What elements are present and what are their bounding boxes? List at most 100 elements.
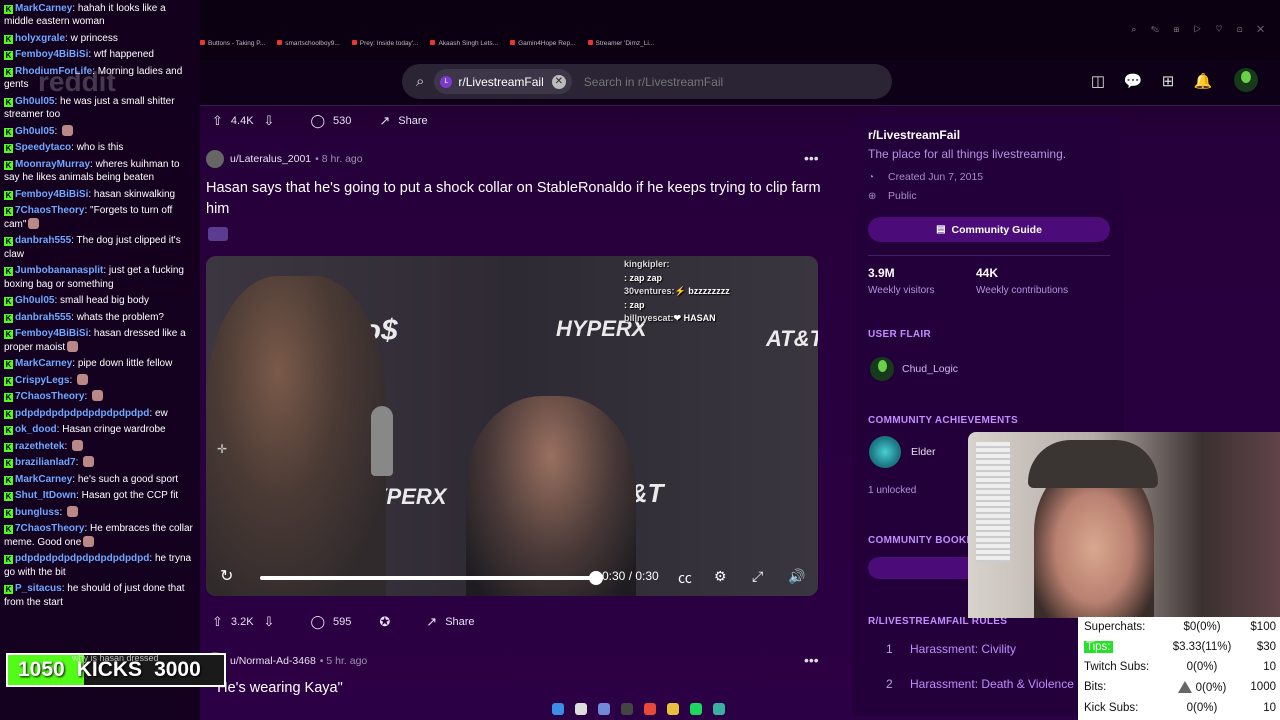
- discord-icon[interactable]: [598, 703, 610, 715]
- chat-username[interactable]: Gh0ul05: [15, 295, 54, 306]
- community-guide-label: Community Guide: [951, 223, 1042, 236]
- achievements-unlocked[interactable]: 1 unlocked: [868, 485, 916, 496]
- chat-username[interactable]: Femboy4BiBiSi: [15, 328, 88, 339]
- vote-buttons[interactable]: ⇧ 4.4K ⇩: [212, 113, 282, 129]
- upvote-icon[interactable]: ⇧: [212, 614, 223, 630]
- goal-row: Kick Subs: 0(0%) 10: [1084, 698, 1278, 718]
- chat-message: K MarkCarney: hahah it looks like a middl…: [0, 0, 200, 30]
- volume-icon[interactable]: 🔊: [788, 568, 805, 585]
- video-banner: AT&T: [766, 326, 818, 351]
- start-icon[interactable]: [552, 703, 564, 715]
- bookmark-item[interactable]: Prey: Inside today'...: [352, 40, 419, 54]
- bookmark-button[interactable]: [868, 557, 978, 579]
- notifications-icon[interactable]: 🔔: [1193, 72, 1213, 92]
- chat-username[interactable]: pdpdpdpdpdpdpdpdpdpdpd: [15, 553, 149, 564]
- goal-target: 1000: [1250, 681, 1276, 693]
- rule-item[interactable]: 2 Harassment: Death & Violence: [868, 677, 1074, 691]
- emote-icon: [72, 439, 84, 451]
- obs-icon[interactable]: [621, 703, 633, 715]
- share-button[interactable]: ↗ Share: [379, 113, 427, 129]
- weekly-visitors-label: Weekly visitors: [868, 285, 935, 296]
- bookmark-item[interactable]: Buttons - Taking P...: [200, 40, 265, 54]
- achievement-badge-icon[interactable]: [869, 436, 901, 468]
- spotify-icon[interactable]: [690, 703, 702, 715]
- author-avatar[interactable]: [206, 150, 224, 168]
- streamer-cap: [1028, 440, 1158, 488]
- video-progress-knob[interactable]: [589, 571, 603, 585]
- mouse-cursor-icon: ✛: [217, 442, 228, 456]
- taskbar: [552, 699, 725, 719]
- chat-username[interactable]: MoonrayMurray: [15, 159, 90, 170]
- fullscreen-icon[interactable]: ⤢: [752, 568, 763, 585]
- post-title[interactable]: Hasan says that he's going to put a shoc…: [206, 178, 826, 220]
- replay-icon[interactable]: ↻: [220, 566, 233, 586]
- chat-username[interactable]: Femboy4BiBiSi: [15, 49, 88, 60]
- community-name[interactable]: r/LivestreamFail: [868, 128, 960, 142]
- browser-extension-icons[interactable]: ⌕ ✎ ⊞ ▷ ♡ ⊡ ✕: [1131, 24, 1270, 35]
- emote-icon: [83, 535, 95, 547]
- subreddit-search-chip[interactable]: L r/LivestreamFail ✕: [434, 69, 572, 94]
- chat-username[interactable]: bungluss: [15, 507, 59, 518]
- chat-username[interactable]: brazilianlad7: [15, 457, 76, 468]
- goal-label-wrap: Tips:: [1084, 641, 1162, 653]
- post-author[interactable]: u/Lateralus_2001: [230, 153, 311, 165]
- folder-icon[interactable]: [667, 703, 679, 715]
- post2-author[interactable]: u/Normal-Ad-3468: [230, 655, 316, 667]
- chat-username[interactable]: Speedytaco: [15, 142, 71, 153]
- chat-username[interactable]: 7ChaosTheory: [15, 523, 84, 534]
- upvote-icon[interactable]: ⇧: [212, 113, 223, 129]
- chat-username[interactable]: Gh0ul05: [15, 126, 54, 137]
- community-guide-button[interactable]: ▤ Community Guide: [868, 217, 1110, 242]
- create-icon[interactable]: ⊞: [1158, 72, 1178, 92]
- chat-username[interactable]: razethetek: [15, 441, 64, 452]
- chat-text: whats the problem?: [76, 311, 164, 323]
- search-input[interactable]: [583, 74, 864, 89]
- chat-username[interactable]: holyxgrale: [15, 33, 65, 44]
- video-progress[interactable]: [260, 571, 603, 585]
- more-options-icon[interactable]: •••: [804, 652, 819, 668]
- chat-username[interactable]: MarkCarney: [15, 3, 72, 14]
- award-button[interactable]: ✪: [379, 614, 398, 630]
- rule-item[interactable]: 1 Harassment: Civility: [868, 642, 1016, 656]
- downvote-icon[interactable]: ⇩: [264, 614, 275, 630]
- bookmark-item[interactable]: Gamin4Hope Rep...: [510, 40, 575, 54]
- app-icon[interactable]: [713, 703, 725, 715]
- chat-username[interactable]: CrispyLegs: [15, 375, 69, 386]
- search-icon[interactable]: [575, 703, 587, 715]
- close-icon[interactable]: ✕: [551, 74, 566, 89]
- chat-icon[interactable]: 💬: [1123, 72, 1143, 92]
- chat-username[interactable]: ok_dood: [15, 424, 57, 435]
- chat-username[interactable]: Shut_ItDown: [15, 490, 76, 501]
- user-avatar[interactable]: [1234, 68, 1258, 92]
- chat-username[interactable]: danbrah555: [15, 235, 71, 246]
- chat-username[interactable]: 7ChaosTheory: [15, 391, 84, 402]
- bookmark-item[interactable]: smartschoolboy9...: [277, 40, 340, 54]
- chrome-icon[interactable]: [644, 703, 656, 715]
- chat-username[interactable]: Femboy4BiBiSi: [15, 189, 88, 200]
- chat-username[interactable]: Jumbobananasplit: [15, 265, 103, 276]
- chat-username[interactable]: 7ChaosTheory: [15, 205, 84, 216]
- chat-username[interactable]: MarkCarney: [15, 358, 72, 369]
- vote-buttons[interactable]: ⇧ 3.2K ⇩: [212, 614, 282, 630]
- chat-username[interactable]: danbrah555: [15, 312, 71, 323]
- chat-username[interactable]: P_sitacus: [15, 583, 62, 594]
- chat-username[interactable]: pdpdpdpdpdpdpdpdpdpdpd: [15, 408, 149, 419]
- more-options-icon[interactable]: •••: [804, 150, 819, 166]
- bookmark-item[interactable]: Akaash Singh Lets...: [430, 40, 498, 54]
- downvote-icon[interactable]: ⇩: [264, 113, 275, 129]
- comments-button[interactable]: ◯ 530: [310, 113, 351, 129]
- user-flair[interactable]: Chud_Logic: [902, 363, 958, 375]
- advertise-icon[interactable]: ◫: [1088, 72, 1108, 92]
- search-bar[interactable]: ⌕ L r/LivestreamFail ✕: [402, 64, 892, 99]
- share-button[interactable]: ↗ Share: [426, 614, 474, 630]
- post2-title[interactable]: "He's wearing Kaya": [212, 680, 343, 696]
- captions-icon[interactable]: ㏄: [678, 568, 692, 588]
- microphone: [371, 406, 393, 476]
- donation-goals-panel: Superchats: $0(0%) $100 Tips: $3.33(11%)…: [1078, 617, 1280, 720]
- comments-button[interactable]: ◯ 595: [310, 614, 351, 630]
- bookmark-item[interactable]: Streamer 'Dimz_Li...: [588, 40, 655, 54]
- kick-badge-icon: K: [4, 442, 13, 452]
- settings-icon[interactable]: ⚙: [714, 568, 727, 585]
- video-player[interactable]: bno$ HYPERX AT&T AT&T HYPERX kingkipler:…: [206, 256, 818, 596]
- chat-username[interactable]: MarkCarney: [15, 474, 72, 485]
